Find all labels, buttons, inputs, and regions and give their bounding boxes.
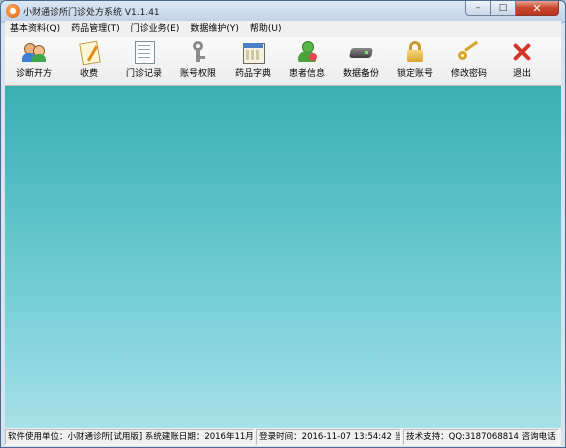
toolbar-label: 门诊记录 xyxy=(125,69,162,79)
close-button[interactable]: ✕ xyxy=(516,1,559,16)
record-sheet-icon xyxy=(132,41,156,64)
bill-pencil-icon xyxy=(77,40,101,66)
app-logo-icon xyxy=(6,4,20,18)
diagnose-prescribe-button[interactable]: 诊断开方 xyxy=(7,41,61,83)
menu-bar: 基本资料(Q) 药品管理(T) 门诊业务(E) 数据维护(Y) 帮助(U) xyxy=(5,21,561,37)
title-bar[interactable]: 小财通诊所门诊处方系统 V1.1.41 – □ ✕ xyxy=(1,1,565,21)
doctors-icon xyxy=(22,41,46,63)
toolbar-label: 退出 xyxy=(512,69,531,79)
maximize-button[interactable]: □ xyxy=(491,1,516,16)
toolbar-label: 锁定账号 xyxy=(396,69,433,79)
window-title: 小财通诊所门诊处方系统 V1.1.41 xyxy=(23,8,160,18)
menu-basic-data[interactable]: 基本资料(Q) xyxy=(5,21,66,37)
clinic-records-button[interactable]: 门诊记录 xyxy=(117,41,171,83)
status-support: 技术支持：QQ:3187068814 咨询电话 xyxy=(403,429,559,445)
menu-data-maintenance[interactable]: 数据维护(Y) xyxy=(185,21,245,37)
menu-clinic-business[interactable]: 门诊业务(E) xyxy=(126,21,186,37)
lock-icon xyxy=(403,41,427,63)
main-workspace xyxy=(5,86,561,428)
status-unit: 软件使用单位：小财通诊所[试用版] 系统建账日期：2016年11月 xyxy=(5,429,255,445)
account-permissions-button[interactable]: 账号权限 xyxy=(171,41,225,83)
calendar-dictionary-icon xyxy=(241,41,265,64)
toolbar-label: 患者信息 xyxy=(288,69,325,79)
toolbar-label: 修改密码 xyxy=(450,69,487,79)
window-controls: – □ ✕ xyxy=(465,1,559,16)
toolbar-label: 药品字典 xyxy=(234,69,271,79)
charge-button[interactable]: 收费 xyxy=(62,40,116,83)
exit-button[interactable]: 退出 xyxy=(495,41,549,83)
status-bar: 软件使用单位：小财通诊所[试用版] 系统建账日期：2016年11月 登录时间：2… xyxy=(5,428,561,446)
data-backup-button[interactable]: 数据备份 xyxy=(334,41,388,83)
lock-account-button[interactable]: 锁定账号 xyxy=(388,41,442,83)
drug-dictionary-button[interactable]: 药品字典 xyxy=(226,41,280,83)
minimize-button[interactable]: – xyxy=(465,1,491,16)
menu-drug-management[interactable]: 药品管理(T) xyxy=(66,21,126,37)
status-login-time: 登录时间：2016-11-07 13:54:42 当前 xyxy=(256,429,402,445)
disk-backup-icon xyxy=(348,41,374,63)
change-password-button[interactable]: 修改密码 xyxy=(442,40,496,83)
main-window: 小财通诊所门诊处方系统 V1.1.41 – □ ✕ 基本资料(Q) 药品管理(T… xyxy=(0,0,566,448)
toolbar-label: 收费 xyxy=(79,69,98,79)
toolbar-label: 数据备份 xyxy=(342,69,379,79)
key-icon xyxy=(457,40,481,63)
patient-icon xyxy=(295,41,319,63)
menu-help[interactable]: 帮助(U) xyxy=(245,21,288,37)
toolbar-label: 诊断开方 xyxy=(15,69,52,79)
patient-info-button[interactable]: 患者信息 xyxy=(280,41,334,83)
key-permission-icon xyxy=(186,41,210,63)
toolbar: 诊断开方 收费 门诊记录 账号权限 药品字典 患者信息 数据备份 锁定账号 修改… xyxy=(5,37,561,86)
red-x-icon xyxy=(510,41,534,63)
toolbar-label: 账号权限 xyxy=(179,69,216,79)
